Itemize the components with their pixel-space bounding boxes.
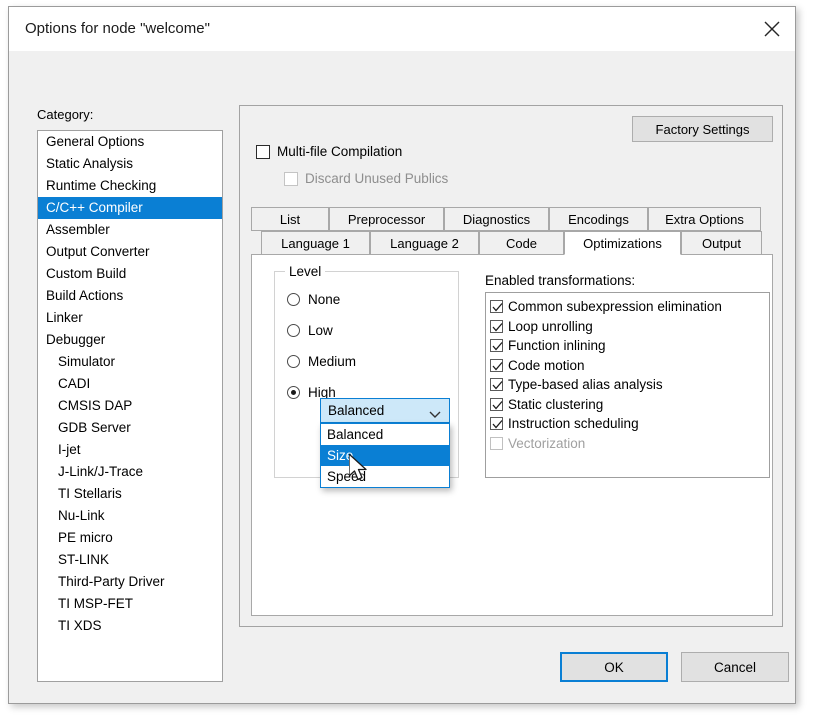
dialog-title: Options for node "welcome" bbox=[25, 20, 210, 37]
tab-strip: List Preprocessor Diagnostics Encodings … bbox=[251, 207, 773, 255]
transformation-function-inlining[interactable]: Function inlining bbox=[490, 336, 769, 356]
sidebar-item-runtime-checking[interactable]: Runtime Checking bbox=[38, 175, 222, 197]
category-list[interactable]: General Options Static Analysis Runtime … bbox=[37, 130, 223, 682]
sidebar-item-custom-build[interactable]: Custom Build bbox=[38, 263, 222, 285]
tab-encodings[interactable]: Encodings bbox=[549, 207, 648, 231]
radio-medium-label: Medium bbox=[308, 354, 356, 369]
sidebar-item-output-converter[interactable]: Output Converter bbox=[38, 241, 222, 263]
sidebar-item-st-link[interactable]: ST-LINK bbox=[38, 549, 222, 571]
checkbox-checked-icon[interactable] bbox=[490, 398, 503, 411]
tab-list[interactable]: List bbox=[251, 207, 329, 231]
dropdown-option-size[interactable]: Size bbox=[321, 445, 449, 466]
discard-unused-publics-checkbox bbox=[284, 172, 298, 186]
radio-high-indicator[interactable] bbox=[287, 386, 300, 399]
sidebar-item-linker[interactable]: Linker bbox=[38, 307, 222, 329]
sidebar-item-cadi[interactable]: CADI bbox=[38, 373, 222, 395]
discard-unused-publics-label: Discard Unused Publics bbox=[305, 171, 448, 186]
sidebar-item-static-analysis[interactable]: Static Analysis bbox=[38, 153, 222, 175]
checkbox-unchecked-icon bbox=[490, 437, 503, 450]
discard-unused-publics-checkbox-row: Discard Unused Publics bbox=[284, 171, 448, 186]
radio-low-indicator[interactable] bbox=[287, 324, 300, 337]
transformation-label: Instruction scheduling bbox=[508, 416, 639, 431]
sidebar-item-general-options[interactable]: General Options bbox=[38, 131, 222, 153]
transformation-label: Code motion bbox=[508, 358, 585, 373]
radio-none-label: None bbox=[308, 292, 340, 307]
tab-output[interactable]: Output bbox=[681, 231, 762, 255]
sidebar-item-gdb-server[interactable]: GDB Server bbox=[38, 417, 222, 439]
sidebar-item-pe-micro[interactable]: PE micro bbox=[38, 527, 222, 549]
tab-diagnostics[interactable]: Diagnostics bbox=[444, 207, 549, 231]
optimization-strategy-dropdown[interactable]: Balanced Size Speed bbox=[320, 423, 450, 488]
radio-low-label: Low bbox=[308, 323, 333, 338]
sidebar-item-ti-stellaris[interactable]: TI Stellaris bbox=[38, 483, 222, 505]
tab-language-2[interactable]: Language 2 bbox=[370, 231, 479, 255]
enabled-transformations-list[interactable]: Common subexpression elimination Loop un… bbox=[485, 292, 770, 478]
cancel-button[interactable]: Cancel bbox=[681, 652, 789, 682]
tab-language-1[interactable]: Language 1 bbox=[261, 231, 370, 255]
dialog-titlebar: Options for node "welcome" bbox=[9, 7, 795, 51]
checkbox-checked-icon[interactable] bbox=[490, 320, 503, 333]
checkbox-checked-icon[interactable] bbox=[490, 378, 503, 391]
transformation-loop-unrolling[interactable]: Loop unrolling bbox=[490, 317, 769, 337]
transformation-vectorization: Vectorization bbox=[490, 434, 769, 454]
sidebar-item-third-party-driver[interactable]: Third-Party Driver bbox=[38, 571, 222, 593]
category-label: Category: bbox=[37, 107, 93, 122]
dropdown-option-speed[interactable]: Speed bbox=[321, 466, 449, 487]
transformation-label: Vectorization bbox=[508, 436, 585, 451]
sidebar-item-nu-link[interactable]: Nu-Link bbox=[38, 505, 222, 527]
ok-button[interactable]: OK bbox=[560, 652, 668, 682]
optimizations-tab-content: Level None Low Medium High hi bbox=[251, 254, 773, 616]
radio-level-none[interactable]: None bbox=[287, 292, 340, 307]
checkbox-checked-icon[interactable] bbox=[490, 300, 503, 313]
checkbox-checked-icon[interactable] bbox=[490, 359, 503, 372]
sidebar-item-build-actions[interactable]: Build Actions bbox=[38, 285, 222, 307]
transformation-label: Function inlining bbox=[508, 338, 606, 353]
tab-optimizations[interactable]: Optimizations bbox=[564, 231, 681, 255]
radio-level-medium[interactable]: Medium bbox=[287, 354, 356, 369]
settings-panel: Factory Settings Multi-file Compilation … bbox=[239, 105, 783, 627]
transformation-label: Type-based alias analysis bbox=[508, 377, 663, 392]
sidebar-item-ti-msp-fet[interactable]: TI MSP-FET bbox=[38, 593, 222, 615]
radio-level-low[interactable]: Low bbox=[287, 323, 333, 338]
transformation-static-clustering[interactable]: Static clustering bbox=[490, 395, 769, 415]
transformation-type-based-alias-analysis[interactable]: Type-based alias analysis bbox=[490, 375, 769, 395]
multi-file-compilation-checkbox-row[interactable]: Multi-file Compilation bbox=[256, 144, 402, 159]
sidebar-item-simulator[interactable]: Simulator bbox=[38, 351, 222, 373]
checkbox-checked-icon[interactable] bbox=[490, 417, 503, 430]
checkbox-checked-icon[interactable] bbox=[490, 339, 503, 352]
transformation-code-motion[interactable]: Code motion bbox=[490, 356, 769, 376]
level-group-label: Level bbox=[285, 264, 325, 279]
radio-none-indicator[interactable] bbox=[287, 293, 300, 306]
sidebar-item-cmsis-dap[interactable]: CMSIS DAP bbox=[38, 395, 222, 417]
optimization-strategy-value: Balanced bbox=[328, 403, 384, 418]
enabled-transformations-label: Enabled transformations: bbox=[485, 273, 635, 288]
transformation-label: Common subexpression elimination bbox=[508, 299, 722, 314]
optimization-strategy-combobox[interactable]: Balanced bbox=[320, 398, 450, 423]
tab-extra-options[interactable]: Extra Options bbox=[648, 207, 761, 231]
sidebar-item-debugger[interactable]: Debugger bbox=[38, 329, 222, 351]
factory-settings-button[interactable]: Factory Settings bbox=[632, 116, 773, 142]
options-dialog: Options for node "welcome" Category: Gen… bbox=[8, 6, 796, 704]
close-button[interactable] bbox=[749, 7, 795, 51]
tab-code[interactable]: Code bbox=[479, 231, 564, 255]
transformation-instruction-scheduling[interactable]: Instruction scheduling bbox=[490, 414, 769, 434]
sidebar-item-ti-xds[interactable]: TI XDS bbox=[38, 615, 222, 637]
multi-file-compilation-label: Multi-file Compilation bbox=[277, 144, 402, 159]
transformation-label: Static clustering bbox=[508, 397, 603, 412]
radio-medium-indicator[interactable] bbox=[287, 355, 300, 368]
sidebar-item-i-jet[interactable]: I-jet bbox=[38, 439, 222, 461]
sidebar-item-j-link-j-trace[interactable]: J-Link/J-Trace bbox=[38, 461, 222, 483]
chevron-down-icon bbox=[429, 407, 441, 422]
multi-file-compilation-checkbox[interactable] bbox=[256, 145, 270, 159]
dropdown-option-balanced[interactable]: Balanced bbox=[321, 424, 449, 445]
transformation-common-subexpression-elimination[interactable]: Common subexpression elimination bbox=[490, 297, 769, 317]
sidebar-item-assembler[interactable]: Assembler bbox=[38, 219, 222, 241]
tab-preprocessor[interactable]: Preprocessor bbox=[329, 207, 444, 231]
transformation-label: Loop unrolling bbox=[508, 319, 593, 334]
sidebar-item-c-cpp-compiler[interactable]: C/C++ Compiler bbox=[38, 197, 222, 219]
